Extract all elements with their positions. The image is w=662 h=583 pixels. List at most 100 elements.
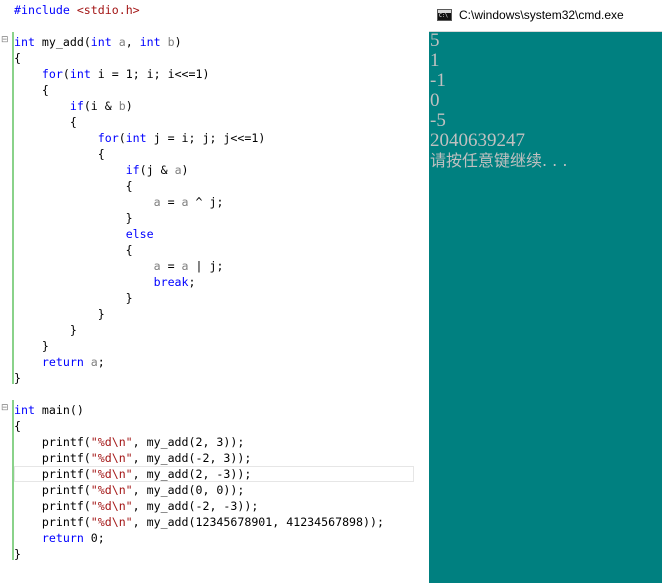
code-token: } <box>14 371 21 385</box>
code-line[interactable]: } <box>14 370 21 386</box>
code-line[interactable]: { <box>14 82 49 98</box>
code-line[interactable]: { <box>14 50 21 66</box>
output-line: 2040639247 <box>430 130 525 151</box>
code-line[interactable]: } <box>14 322 77 338</box>
code-line[interactable]: if(j & a) <box>14 162 189 178</box>
code-token: a <box>90 355 98 369</box>
code-line[interactable]: { <box>14 146 105 162</box>
code-token: { <box>14 51 21 65</box>
code-token: { <box>14 147 105 161</box>
code-line[interactable]: { <box>14 114 77 130</box>
code-line[interactable]: printf("%d\n", my_add(-2, -3)); <box>14 498 258 514</box>
code-token: = <box>160 195 182 209</box>
code-token: "%d\n" <box>90 483 133 497</box>
code-token: j = i; j; j<<=1) <box>146 131 266 145</box>
code-line[interactable]: } <box>14 338 49 354</box>
code-token: ; <box>188 275 196 289</box>
code-token: return <box>41 531 84 545</box>
code-line[interactable]: for(int i = 1; i; i<<=1) <box>14 66 210 82</box>
code-line[interactable]: int my_add(int a, int b) <box>14 34 182 50</box>
code-line[interactable]: } <box>14 290 133 306</box>
code-token: printf( <box>14 467 91 481</box>
code-token: ; <box>97 355 105 369</box>
fold-collapse-icon[interactable]: ⊟ <box>1 404 9 413</box>
code-token: i = 1; i; i<<=1) <box>90 67 210 81</box>
code-token: { <box>14 83 49 97</box>
code-token: } <box>14 339 49 353</box>
code-line[interactable]: a = a | j; <box>14 258 224 274</box>
code-token: { <box>14 243 133 257</box>
code-line[interactable]: int main() <box>14 402 84 418</box>
code-token: "%d\n" <box>90 499 133 513</box>
console-title: C:\windows\system32\cmd.exe <box>459 8 624 22</box>
code-token: a <box>174 163 182 177</box>
code-token: } <box>14 291 133 305</box>
code-token: } <box>14 323 77 337</box>
code-line[interactable]: return 0; <box>14 530 105 546</box>
code-token: ) <box>125 99 133 113</box>
code-line[interactable]: } <box>14 306 105 322</box>
code-token: printf( <box>14 435 91 449</box>
code-token: "%d\n" <box>90 515 133 529</box>
code-token: { <box>14 419 21 433</box>
code-line[interactable]: break; <box>14 274 196 290</box>
cmd-icon <box>437 9 452 21</box>
code-line[interactable]: } <box>14 546 21 562</box>
code-line[interactable]: { <box>14 178 133 194</box>
output-line: 0 <box>430 90 440 111</box>
code-token: printf( <box>14 451 91 465</box>
code-token: int <box>14 403 35 417</box>
code-token: , my_add(-2, 3)); <box>132 451 252 465</box>
code-token: "%d\n" <box>90 435 133 449</box>
code-token: b <box>167 35 175 49</box>
code-line[interactable]: } <box>14 210 133 226</box>
code-token: } <box>14 211 133 225</box>
code-token: { <box>14 115 77 129</box>
console-output: 5 1 -1 0 -5 2040639247 请按任意键继续. . . <box>430 31 662 171</box>
code-line[interactable]: { <box>14 418 21 434</box>
code-line[interactable]: printf("%d\n", my_add(2, 3)); <box>14 434 244 450</box>
code-token: b <box>118 99 126 113</box>
code-line[interactable]: printf("%d\n", my_add(12345678901, 41234… <box>14 514 384 530</box>
code-token: = <box>160 259 182 273</box>
code-line[interactable]: else <box>14 226 154 242</box>
code-token: ) <box>174 35 182 49</box>
code-line[interactable]: #include <stdio.h> <box>14 2 140 18</box>
code-editor[interactable]: ⊟ ⊟ #include <stdio.h> int my_add(int a, … <box>0 0 429 583</box>
output-line: 5 <box>430 30 440 51</box>
code-line[interactable]: printf("%d\n", my_add(0, 0)); <box>14 482 244 498</box>
code-token: ( <box>118 131 126 145</box>
code-token: (j & <box>139 163 175 177</box>
code-token: if <box>125 163 140 177</box>
code-line[interactable]: a = a ^ j; <box>14 194 224 210</box>
code-token: printf( <box>14 515 91 529</box>
code-token: break <box>153 275 189 289</box>
code-token: ^ j; <box>188 195 224 209</box>
code-line[interactable]: if(i & b) <box>14 98 133 114</box>
fold-collapse-icon[interactable]: ⊟ <box>1 36 9 45</box>
code-line[interactable]: printf("%d\n", my_add(2, -3)); <box>14 466 414 482</box>
press-any-key-prompt: 请按任意键继续. . . <box>430 151 568 170</box>
console-title-bar[interactable]: C:\windows\system32\cmd.exe <box>429 0 662 32</box>
code-line[interactable]: return a; <box>14 354 105 370</box>
code-line[interactable]: { <box>14 242 133 258</box>
code-line[interactable]: for(int j = i; j; j<<=1) <box>14 130 266 146</box>
code-token: int <box>139 35 161 49</box>
code-token: , my_add(0, 0)); <box>132 483 245 497</box>
code-token: main() <box>34 403 84 417</box>
code-line[interactable]: printf("%d\n", my_add(-2, 3)); <box>14 450 251 466</box>
code-token: a <box>181 195 189 209</box>
code-token: int <box>69 67 91 81</box>
output-line: -5 <box>430 110 446 131</box>
code-token: | j; <box>188 259 224 273</box>
console-window[interactable]: C:\windows\system32\cmd.exe 5 1 -1 0 -5 … <box>429 0 662 583</box>
